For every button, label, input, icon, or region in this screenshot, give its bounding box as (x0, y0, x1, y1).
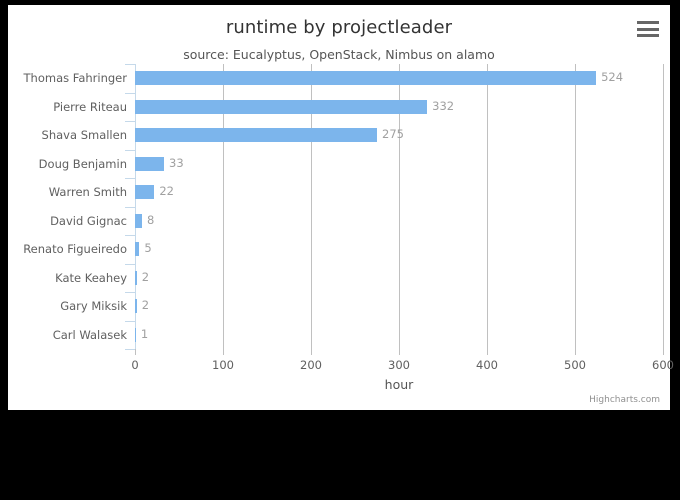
y-axis-label-2: Pierre Riteau (53, 99, 127, 114)
bar[interactable] (135, 213, 143, 228)
x-axis-tick-600 (663, 349, 664, 355)
x-axis-label-400: 400 (476, 358, 498, 372)
y-axis-label-7: Renato Figueiredo (23, 242, 127, 257)
y-axis-tick (125, 235, 135, 236)
bar[interactable] (135, 327, 136, 342)
hamburger-menu-icon[interactable] (636, 18, 660, 40)
bar-value-label: 524 (601, 70, 624, 84)
hamburger-bar-1 (637, 21, 659, 24)
bar-row: 275 (135, 121, 663, 150)
y-axis-tick (125, 121, 135, 122)
bar-row: 524 (135, 64, 663, 93)
plot-area: 524 332 275 33 22 8 5 2 2 1 (135, 64, 664, 350)
x-axis-label-600: 600 (652, 358, 674, 372)
y-axis-label-3: Shava Smallen (41, 128, 127, 143)
credits-label: Highcharts.com (589, 395, 660, 405)
bar-value-label: 5 (144, 241, 152, 255)
y-axis-tick (125, 263, 135, 265)
bar[interactable] (135, 156, 165, 171)
y-axis-tick (125, 292, 135, 293)
x-axis-tick-0 (135, 349, 136, 355)
x-axis-tick-100 (223, 349, 224, 355)
y-axis-tick (125, 178, 135, 179)
y-axis-label-6: David Gignac (50, 213, 127, 228)
bar-value-label: 275 (382, 127, 404, 141)
bar-value-label: 22 (159, 184, 174, 198)
y-axis-tick (125, 320, 135, 322)
bar-value-label: 33 (169, 155, 184, 170)
chart-card: runtime by projectleader source: Eucalyp… (8, 5, 674, 410)
hamburger-bar-2 (637, 27, 659, 31)
bar[interactable] (135, 299, 137, 313)
bar-value-label: 332 (432, 98, 455, 113)
bar[interactable] (135, 128, 377, 142)
x-axis-title: hour (384, 377, 414, 392)
bar-row: 1 (135, 321, 663, 350)
chart-subtitle: source: Eucalyptus, OpenStack, Nimbus on… (183, 47, 495, 62)
x-axis-label-100: 100 (212, 358, 234, 372)
y-axis-label-8: Kate Keahey (55, 270, 127, 285)
x-axis-label-0: 0 (131, 358, 139, 372)
y-axis-label-5: Warren Smith (48, 185, 127, 200)
bar-value-label: 1 (140, 326, 149, 341)
y-axis-tick (125, 349, 135, 350)
bar-row: 5 (135, 235, 663, 264)
bar-row: 332 (135, 93, 663, 122)
bar[interactable] (135, 270, 137, 285)
bar[interactable] (135, 242, 140, 256)
y-axis-category-labels: Thomas Fahringer Pierre Riteau Shava Small… (8, 64, 127, 349)
gridline-600 (663, 64, 664, 349)
y-axis-tick (125, 92, 135, 94)
x-axis-label-500: 500 (564, 358, 586, 372)
hamburger-bar-3 (637, 34, 659, 37)
bar-row: 22 (135, 178, 663, 207)
x-axis-tick-400 (487, 349, 488, 355)
x-axis-tick-300 (399, 349, 400, 355)
bar-row: 2 (135, 264, 663, 293)
bar[interactable] (135, 71, 597, 85)
chart-title: runtime by projectleader (225, 17, 453, 38)
y-axis-tick (125, 149, 135, 151)
bar[interactable] (135, 99, 428, 114)
y-axis-tick (125, 206, 135, 208)
bar-value-label: 2 (141, 298, 150, 312)
y-axis-label-10: Carl Walasek (52, 327, 127, 342)
bar-row: 33 (135, 150, 663, 179)
x-axis-label-200: 200 (300, 358, 322, 372)
y-axis-label-1: Thomas Fahringer (23, 71, 127, 86)
x-axis-tick-500 (575, 349, 576, 355)
bar-value-label: 8 (147, 212, 155, 227)
y-axis-tick (125, 64, 135, 65)
bar-value-label: 2 (141, 269, 150, 284)
bar-row: 2 (135, 292, 663, 321)
y-axis-label-9: Gary Miksik (60, 299, 127, 314)
x-axis-label-300: 300 (388, 358, 410, 372)
bar-row: 8 (135, 207, 663, 236)
bar[interactable] (135, 185, 155, 199)
x-axis-tick-200 (311, 349, 312, 355)
y-axis-label-4: Doug Benjamin (38, 156, 127, 171)
